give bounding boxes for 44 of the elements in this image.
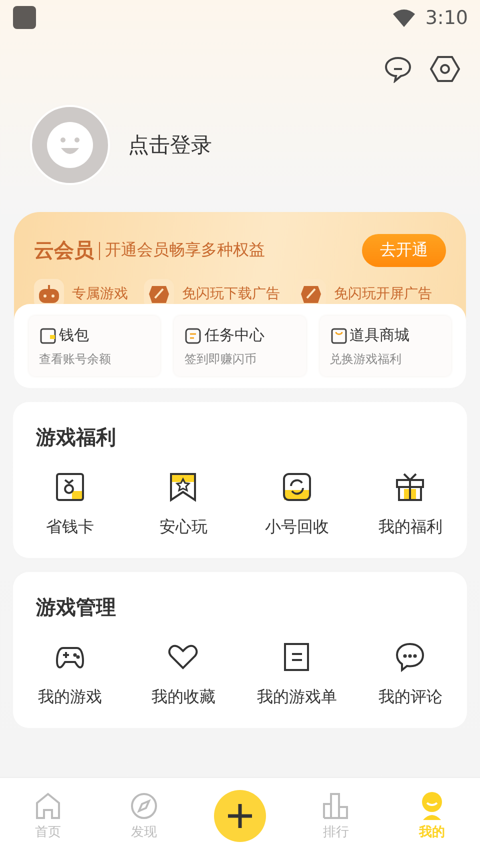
wallet-icon [39,326,57,344]
refresh-icon [280,471,313,503]
section-title: 游戏管理 [34,594,117,621]
coin-card-icon [54,471,86,503]
menu-item-label[interactable]: 我的游戏单 [256,687,337,708]
chat-bubble-icon [394,641,426,673]
quick-title: 道具商城 [350,326,410,345]
section-title: 游戏福利 [34,424,117,451]
menu-item-label[interactable]: 小号回收 [264,517,329,538]
gift-icon [394,471,426,503]
perk-label: 免闪玩下载广告 [182,285,280,303]
no-ad-icon [300,284,322,304]
menu-item-label[interactable]: 安心玩 [159,517,208,538]
bar-chart-icon [321,790,351,820]
perk-label: 免闪玩开屏广告 [334,285,432,303]
menu-item-label[interactable]: 我的福利 [378,517,442,538]
menu-item-label[interactable]: 我的收藏 [151,687,216,708]
vip-brand: 云会员 [34,237,94,264]
menu-item-label[interactable]: 我的评论 [378,687,442,708]
no-ad-icon [148,284,170,304]
login-link[interactable]: 点击登录 [128,131,212,159]
message-icon[interactable] [384,55,412,83]
task-icon [184,326,202,344]
robot-icon [38,284,60,304]
quick-card[interactable]: 道具商城 兑换游戏福利 [320,316,451,376]
wifi-icon [393,8,416,26]
quick-title: 钱包 [59,326,89,345]
perk-label: 专属游戏 [72,285,128,303]
menu-item-label[interactable]: 省钱卡 [46,517,94,538]
quick-card[interactable]: 钱包 查看账号余额 [29,316,160,376]
quick-subtitle: 签到即赚闪币 [184,351,258,368]
add-button[interactable] [214,790,266,842]
quick-card[interactable]: 任务中心 签到即赚闪币 [174,316,306,376]
notification-icon [13,6,36,29]
shop-icon [330,326,348,344]
clock-time: 3:10 [425,6,468,28]
menu-item-label[interactable]: 我的游戏 [38,687,102,708]
quick-subtitle: 查看账号余额 [39,351,112,368]
quick-title: 任务中心 [204,326,264,345]
compass-icon [129,790,159,820]
vip-slogan: 开通会员畅享多种权益 [105,240,265,261]
home-icon [33,790,63,820]
settings-icon[interactable] [430,55,460,83]
quick-subtitle: 兑换游戏福利 [330,351,403,368]
